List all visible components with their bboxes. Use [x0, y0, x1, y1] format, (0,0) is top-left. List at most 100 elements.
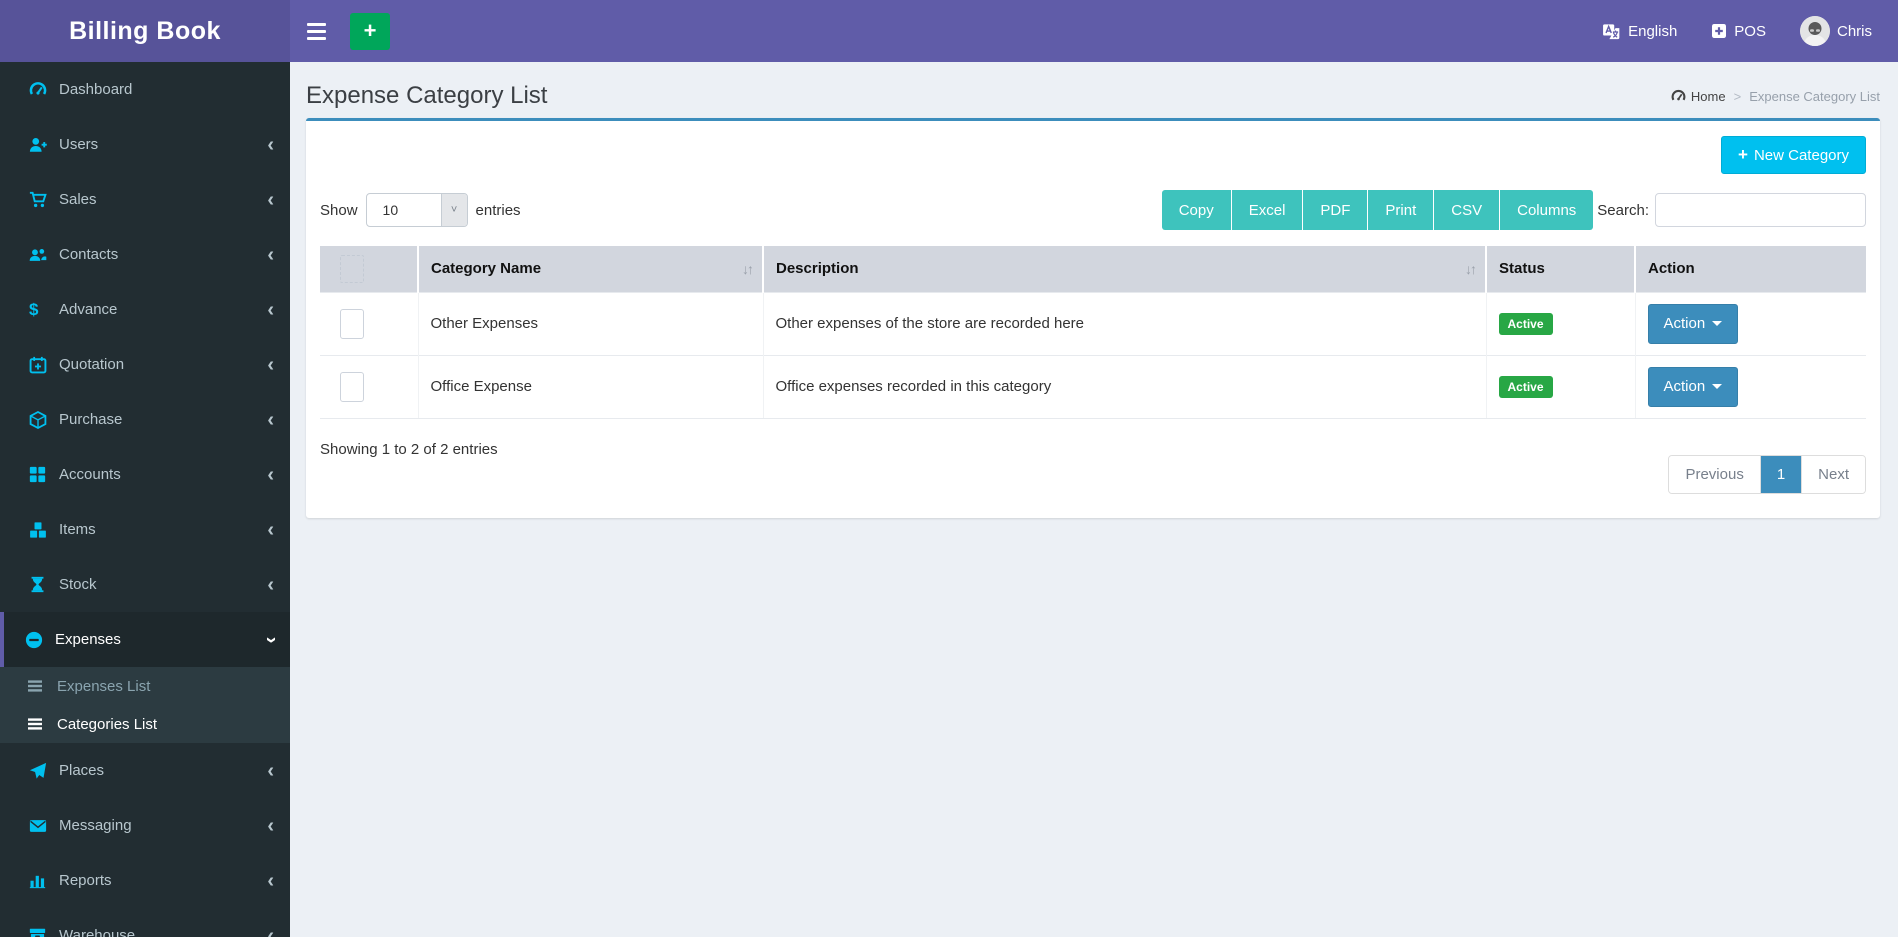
- cube-icon: [29, 411, 59, 429]
- page-title: Expense Category List: [306, 82, 548, 109]
- copy-button[interactable]: Copy: [1161, 190, 1232, 230]
- sidebar-item-sales[interactable]: Sales ‹: [0, 172, 290, 227]
- users-icon: [29, 246, 59, 264]
- sidebar-subitem-categories-list[interactable]: Categories List: [0, 705, 290, 743]
- page-length-value: 10: [382, 202, 399, 218]
- sidebar-item-warehouse[interactable]: Warehouse ‹: [0, 908, 290, 937]
- chevron-down-icon: ˅: [440, 194, 467, 226]
- sidebar-item-places[interactable]: Places ‹: [0, 743, 290, 798]
- row-action-button[interactable]: Action: [1647, 303, 1739, 344]
- print-button[interactable]: Print: [1368, 190, 1435, 230]
- pos-button[interactable]: POS: [1711, 23, 1766, 40]
- csv-button[interactable]: CSV: [1434, 190, 1501, 230]
- sidebar-item-label: Sales: [59, 191, 97, 208]
- sidebar-item-quotation[interactable]: Quotation ‹: [0, 337, 290, 392]
- row-checkbox[interactable]: [340, 308, 364, 339]
- chevron-left-icon: ‹: [267, 573, 274, 596]
- new-category-button[interactable]: + New Category: [1721, 136, 1866, 174]
- breadcrumb-separator: >: [1733, 88, 1742, 104]
- breadcrumb-current: Expense Category List: [1749, 88, 1880, 104]
- columns-button[interactable]: Columns: [1500, 190, 1594, 230]
- language-label: English: [1628, 22, 1678, 40]
- status-badge: Active: [1498, 312, 1553, 335]
- sidebar-item-label: Warehouse: [59, 927, 136, 937]
- sidebar-item-label: Messaging: [59, 817, 132, 834]
- expense-category-card: + New Category Show 10 ˅ entries Copy Ex…: [306, 118, 1880, 518]
- new-category-label: New Category: [1753, 146, 1849, 164]
- sidebar-item-label: Reports: [59, 872, 112, 889]
- sidebar-item-expenses[interactable]: Expenses ‹: [0, 612, 290, 667]
- sidebar-item-label: Dashboard: [59, 81, 133, 98]
- column-header-description[interactable]: Description ↓↑: [763, 246, 1487, 292]
- chevron-left-icon: ‹: [267, 353, 274, 376]
- chevron-left-icon: ‹: [267, 298, 274, 321]
- excel-button[interactable]: Excel: [1231, 190, 1304, 230]
- archive-icon: [29, 927, 59, 937]
- table-summary: Showing 1 to 2 of 2 entries: [320, 440, 498, 458]
- chevron-left-icon: ‹: [267, 243, 274, 266]
- column-header-category-name[interactable]: Category Name ↓↑: [418, 246, 764, 292]
- table-row: Other Expenses Other expenses of the sto…: [320, 291, 1866, 355]
- sidebar-item-users[interactable]: Users ‹: [0, 117, 290, 172]
- sidebar-item-stock[interactable]: Stock ‹: [0, 557, 290, 612]
- search-label: Search:: [1597, 201, 1649, 219]
- show-label: Show: [320, 201, 358, 219]
- chevron-left-icon: ‹: [267, 188, 274, 211]
- user-menu[interactable]: Chris: [1799, 16, 1872, 46]
- previous-page-button[interactable]: Previous: [1669, 455, 1761, 493]
- submenu-item-label: Expenses List: [57, 677, 151, 695]
- select-all-checkbox[interactable]: [340, 254, 364, 283]
- status-badge: Active: [1498, 375, 1553, 398]
- chevron-left-icon: ‹: [267, 814, 274, 837]
- quick-add-button[interactable]: +: [350, 12, 390, 50]
- sidebar-item-messaging[interactable]: Messaging ‹: [0, 798, 290, 853]
- search-input[interactable]: [1655, 193, 1866, 227]
- page-number-button[interactable]: 1: [1760, 455, 1803, 493]
- language-icon: [1602, 22, 1621, 41]
- chevron-left-icon: ‹: [267, 463, 274, 486]
- sidebar-item-label: Quotation: [59, 356, 125, 373]
- column-header-action: Action: [1635, 246, 1866, 292]
- sidebar-subitem-expenses-list[interactable]: Expenses List: [0, 667, 290, 705]
- sidebar-item-label: Users: [59, 136, 99, 153]
- top-navbar: Billing Book + English POS Chris: [0, 0, 1898, 62]
- list-icon: [27, 716, 57, 732]
- next-page-button[interactable]: Next: [1802, 455, 1865, 493]
- sort-icon: ↓↑: [742, 260, 754, 277]
- row-action-button[interactable]: Action: [1647, 366, 1739, 407]
- expenses-submenu: Expenses List Categories List: [0, 667, 290, 743]
- chevron-left-icon: ‹: [267, 133, 274, 156]
- app-logo[interactable]: Billing Book: [0, 0, 290, 62]
- row-checkbox[interactable]: [340, 371, 364, 402]
- sort-icon: ↓↑: [1465, 260, 1477, 277]
- sidebar-item-purchase[interactable]: Purchase ‹: [0, 392, 290, 447]
- export-button-group: Copy Excel PDF Print CSV Columns: [1161, 190, 1594, 230]
- sidebar-item-items[interactable]: Items ‹: [0, 502, 290, 557]
- sidebar-item-dashboard[interactable]: Dashboard: [0, 62, 290, 117]
- sidebar-item-accounts[interactable]: Accounts ‹: [0, 447, 290, 502]
- chevron-left-icon: ‹: [267, 924, 274, 937]
- breadcrumb: Home > Expense Category List: [1671, 89, 1880, 104]
- hamburger-icon: [306, 22, 326, 26]
- chevron-left-icon: ‹: [267, 759, 274, 782]
- grid-icon: [29, 466, 59, 483]
- caret-down-icon: [1712, 321, 1723, 326]
- pdf-button[interactable]: PDF: [1303, 190, 1369, 230]
- sidebar-item-label: Expenses: [55, 631, 121, 648]
- page-length-select[interactable]: 10 ˅: [365, 193, 468, 227]
- sidebar-item-label: Contacts: [59, 246, 119, 263]
- sidebar-item-reports[interactable]: Reports ‹: [0, 853, 290, 908]
- breadcrumb-home-link[interactable]: Home: [1671, 89, 1726, 104]
- language-menu[interactable]: English: [1602, 22, 1677, 41]
- plus-icon: +: [363, 18, 377, 43]
- chevron-left-icon: ‹: [267, 869, 274, 892]
- bar-chart-icon: [29, 872, 59, 889]
- plus-square-icon: [1711, 23, 1727, 39]
- dollar-icon: $: [29, 299, 39, 319]
- sidebar-item-label: Items: [59, 521, 96, 538]
- sidebar-item-contacts[interactable]: Contacts ‹: [0, 227, 290, 282]
- sidebar-item-advance[interactable]: $ Advance ‹: [0, 282, 290, 337]
- select-all-header[interactable]: [320, 246, 419, 292]
- sidebar-toggle-button[interactable]: [290, 0, 342, 62]
- list-icon: [27, 678, 57, 694]
